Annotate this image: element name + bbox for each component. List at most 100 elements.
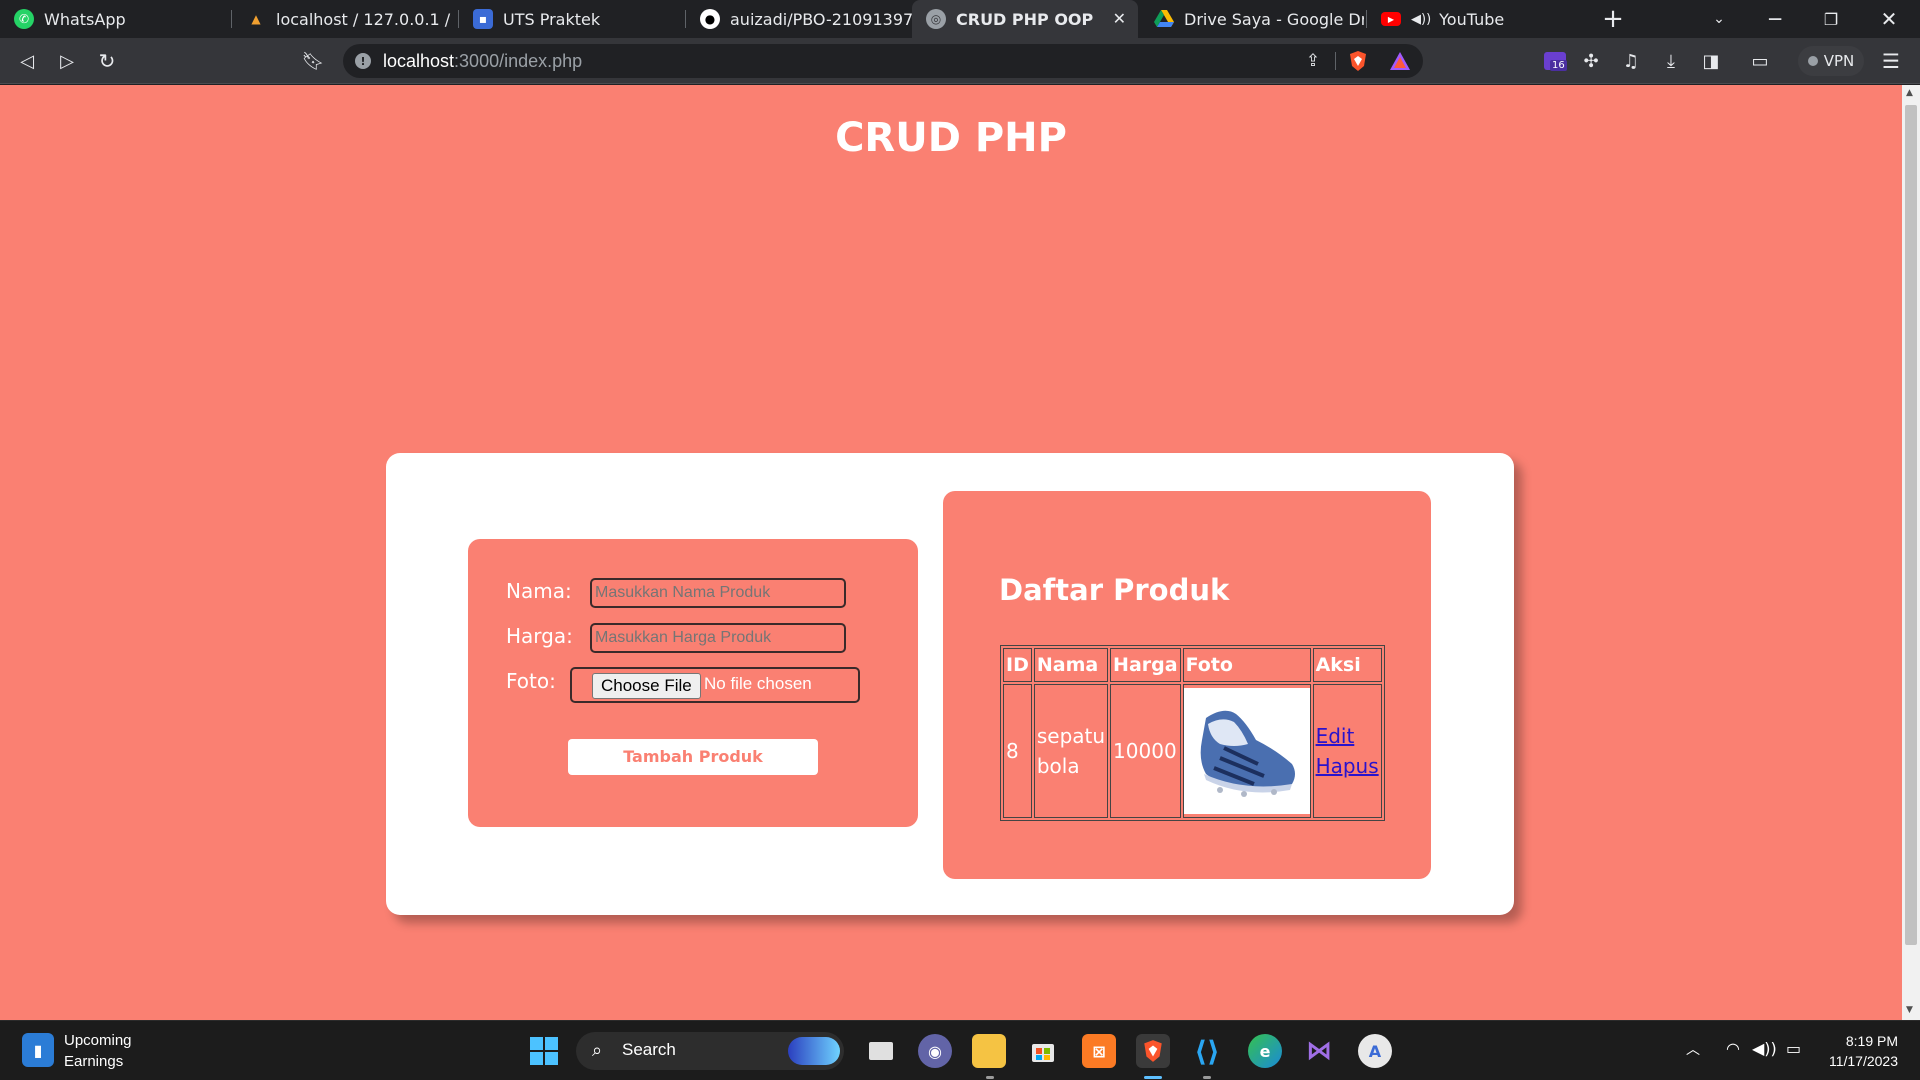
microsoft-store-icon[interactable]: [1026, 1034, 1060, 1068]
header-aksi: Aksi: [1312, 648, 1382, 682]
windows-start-icon[interactable]: [527, 1034, 561, 1068]
app-launcher-icon[interactable]: A: [1358, 1034, 1392, 1068]
tab-google-drive[interactable]: Drive Saya - Google Drive: [1140, 0, 1364, 38]
running-indicator: [986, 1076, 994, 1079]
bookmark-icon[interactable]: 🔖︎: [298, 46, 328, 76]
football-boot-image: [1200, 710, 1295, 797]
media-music-icon[interactable]: ♫: [1616, 46, 1646, 76]
sidebar-icon[interactable]: ◨: [1696, 46, 1726, 76]
url-path: :3000/index.php: [454, 51, 583, 71]
wallet-icon[interactable]: ▭: [1745, 46, 1775, 76]
tab-crud-php-oop[interactable]: ◎ CRUD PHP OOP ✕: [912, 0, 1138, 38]
edit-link[interactable]: Edit: [1316, 724, 1355, 748]
reload-icon[interactable]: ↻: [92, 46, 122, 76]
active-app-indicator: [1144, 1076, 1162, 1079]
vscode-icon[interactable]: ⟨⟩: [1190, 1034, 1224, 1068]
tab-phpmyadmin[interactable]: ▲ localhost / 127.0.0.1 / prod: [232, 0, 456, 38]
wifi-icon[interactable]: ◠: [1726, 1039, 1740, 1058]
page-scrollbar[interactable]: ▲ ▼: [1902, 85, 1920, 1020]
page-viewport: CRUD PHP Nama: Harga: Foto: Choose File …: [0, 85, 1902, 1020]
phpmyadmin-icon: ▲: [251, 12, 261, 26]
google-drive-icon: [1154, 9, 1174, 29]
windows-taskbar: ▮ Upcoming Earnings ⌕ Search ◉ ⊠ ⟨⟩ e ⋈ …: [0, 1020, 1920, 1080]
scrollbar-thumb[interactable]: [1905, 105, 1917, 945]
minimize-icon[interactable]: ─: [1758, 4, 1792, 34]
table-row: 8 sepatu bola 10000 Edit Hapus: [1003, 684, 1382, 818]
harga-input[interactable]: [590, 623, 846, 653]
classroom-icon: ▪: [473, 9, 493, 29]
nama-input[interactable]: [590, 578, 846, 608]
brave-rewards-icon[interactable]: [1385, 46, 1415, 76]
header-id: ID: [1003, 648, 1032, 682]
share-icon[interactable]: ⇪: [1298, 46, 1328, 76]
cell-aksi: Edit Hapus: [1312, 684, 1382, 818]
list-title: Daftar Produk: [999, 573, 1230, 607]
tab-uts-praktek[interactable]: ▪ UTS Praktek: [459, 0, 683, 38]
tab-github[interactable]: ● auizadi/PBO-21091397026: [686, 0, 912, 38]
brave-browser-icon[interactable]: [1136, 1034, 1170, 1068]
product-list-panel: Daftar Produk ID Nama Harga Foto Aksi 8: [943, 491, 1431, 879]
address-bar[interactable]: ! localhost:3000/index.php ⇪: [343, 44, 1423, 78]
url-host: localhost: [383, 51, 455, 71]
vpn-button[interactable]: VPN: [1798, 46, 1864, 76]
extension-badge: 16: [1550, 60, 1567, 71]
task-view-icon[interactable]: [864, 1034, 898, 1068]
nama-line: sepatu: [1036, 724, 1106, 748]
vpn-label: VPN: [1823, 52, 1855, 70]
extension-icon[interactable]: 16: [1540, 46, 1570, 76]
volume-icon[interactable]: ◀)): [1752, 1039, 1777, 1058]
brave-shields-icon[interactable]: [1343, 46, 1373, 76]
teams-chat-icon[interactable]: ◉: [918, 1034, 952, 1068]
xampp-icon[interactable]: ⊠: [1082, 1034, 1116, 1068]
omnibox-divider: [1335, 52, 1336, 70]
url-text[interactable]: localhost:3000/index.php: [383, 51, 582, 72]
harga-label: Harga:: [506, 624, 573, 648]
visual-studio-icon[interactable]: ⋈: [1302, 1034, 1336, 1068]
scroll-up-icon[interactable]: ▲: [1906, 88, 1913, 98]
hapus-link[interactable]: Hapus: [1316, 754, 1379, 778]
cell-nama: sepatu bola: [1033, 684, 1109, 818]
edge-browser-icon[interactable]: e: [1248, 1034, 1282, 1068]
file-explorer-icon[interactable]: [972, 1034, 1006, 1068]
search-highlight-icon: [788, 1037, 840, 1065]
scroll-down-icon[interactable]: ▼: [1906, 1005, 1913, 1015]
site-info-icon[interactable]: !: [355, 53, 371, 69]
tab-whatsapp[interactable]: ✆ WhatsApp: [0, 0, 228, 38]
widgets-chart-icon[interactable]: ▮: [22, 1033, 54, 1067]
tab-youtube[interactable]: ▶ ◀)) YouTube: [1367, 0, 1591, 38]
back-icon[interactable]: ◁: [12, 46, 42, 76]
widget-subtitle[interactable]: Earnings: [64, 1053, 123, 1070]
choose-file-button[interactable]: Choose File: [592, 673, 701, 699]
taskbar-search[interactable]: ⌕ Search: [576, 1032, 844, 1070]
page-title: CRUD PHP: [835, 115, 1067, 161]
tambah-produk-button[interactable]: Tambah Produk: [568, 739, 818, 775]
clock-time: 8:19 PM: [1845, 1033, 1898, 1049]
cell-harga: 10000: [1110, 684, 1181, 818]
tab-search-chevron-icon[interactable]: ⌄: [1702, 4, 1736, 34]
menu-icon[interactable]: ☰: [1876, 46, 1906, 76]
forward-icon[interactable]: ▷: [52, 46, 82, 76]
tab-strip: ✆ WhatsApp ▲ localhost / 127.0.0.1 / pro…: [0, 0, 1920, 38]
product-photo: [1183, 688, 1310, 814]
restore-icon[interactable]: ❐: [1814, 4, 1848, 34]
close-tab-icon[interactable]: ✕: [1113, 9, 1126, 28]
close-window-icon[interactable]: ✕: [1872, 4, 1906, 34]
downloads-icon[interactable]: ⤓: [1656, 46, 1686, 76]
extensions-puzzle-icon[interactable]: ✣: [1576, 46, 1606, 76]
foto-label: Foto:: [506, 669, 556, 693]
header-foto: Foto: [1182, 648, 1311, 682]
system-clock[interactable]: 8:19 PM 11/17/2023: [1829, 1031, 1898, 1071]
widget-title[interactable]: Upcoming: [64, 1032, 132, 1049]
globe-icon: ◎: [926, 9, 946, 29]
foto-file-input[interactable]: Choose File No file chosen: [570, 667, 860, 703]
show-hidden-icons[interactable]: ︿: [1686, 1039, 1700, 1059]
battery-icon[interactable]: ▭: [1786, 1039, 1801, 1058]
table-header-row: ID Nama Harga Foto Aksi: [1003, 648, 1382, 682]
new-tab-icon[interactable]: +: [1596, 4, 1630, 34]
tab-title: localhost / 127.0.0.1 / prod: [276, 9, 456, 29]
search-icon: ⌕: [592, 1040, 603, 1061]
audio-playing-icon[interactable]: ◀)): [1411, 12, 1431, 27]
main-card: Nama: Harga: Foto: Choose File No file c…: [386, 453, 1514, 915]
tab-title: CRUD PHP OOP: [956, 9, 1094, 29]
nama-label: Nama:: [506, 579, 572, 603]
